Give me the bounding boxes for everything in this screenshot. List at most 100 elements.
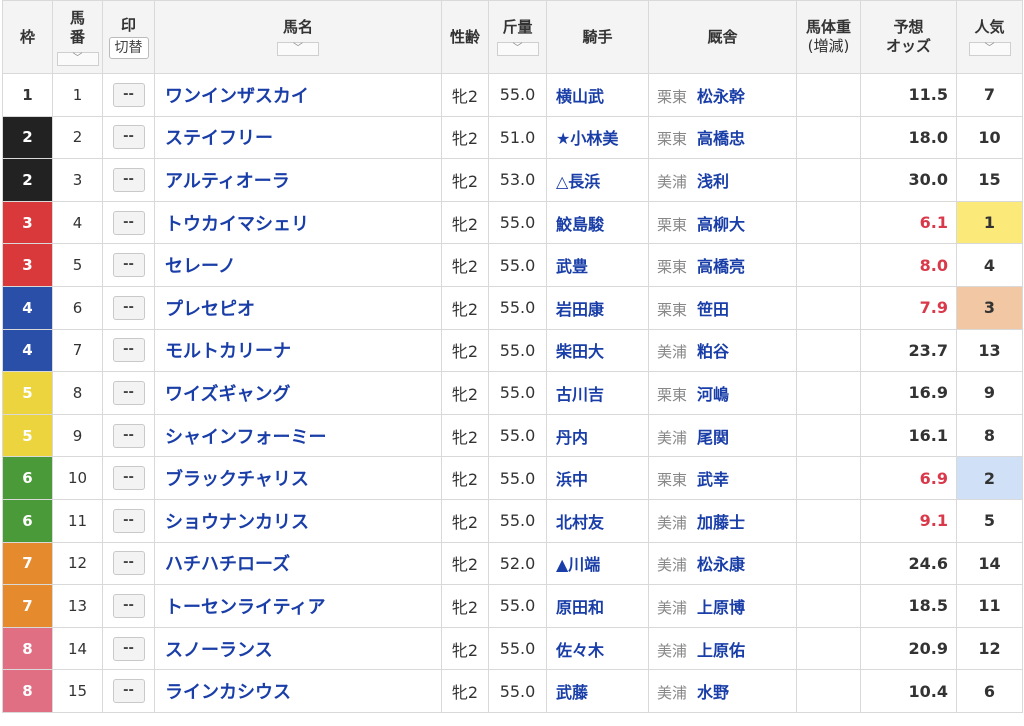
trainer-link[interactable]: 浅利 (697, 172, 729, 191)
stable-region: 栗東 (657, 258, 688, 277)
mark-select-button[interactable]: -- (112, 551, 145, 576)
jockey-link[interactable]: ▲川端 (546, 541, 649, 586)
horse-name-link[interactable]: ラインカシウス (154, 669, 442, 713)
jockey-link[interactable]: 佐々木 (546, 626, 649, 671)
horse-name-link[interactable]: ワイズギャング (154, 371, 442, 415)
stable-region: 美浦 (657, 172, 688, 191)
popularity-cell: 3 (956, 285, 1023, 330)
jockey-link[interactable]: ★小林美 (546, 115, 649, 160)
stable-cell: 栗東 高橋亮 (648, 243, 797, 287)
mark-select-button[interactable]: -- (112, 167, 145, 192)
popularity-cell: 14 (956, 541, 1023, 586)
jockey-link[interactable]: 武藤 (546, 669, 649, 713)
mark-select-button[interactable]: -- (112, 466, 145, 491)
trainer-link[interactable]: 高柳大 (697, 215, 745, 234)
odds-cell: 9.1 (860, 498, 957, 543)
horse-name-link[interactable]: セレーノ (154, 243, 442, 287)
trainer-link[interactable]: 高橋忠 (697, 129, 745, 148)
trainer-link[interactable]: 笹田 (697, 300, 729, 319)
horse-name-link[interactable]: プレセピオ (154, 285, 442, 330)
trainer-link[interactable]: 武幸 (697, 470, 729, 489)
mark-select-button[interactable]: -- (112, 380, 145, 405)
sex-age-cell: 牝2 (441, 626, 489, 671)
horse-name-link[interactable]: スノーランス (154, 626, 442, 671)
odds-cell: 6.1 (860, 200, 957, 245)
waku-cell: 1 (2, 73, 53, 117)
horse-name-link[interactable]: ショウナンカリス (154, 498, 442, 543)
mark-cell: -- (102, 371, 155, 415)
jockey-link[interactable]: 柴田大 (546, 328, 649, 373)
jockey-link[interactable]: 横山武 (546, 73, 649, 117)
header-horse-name[interactable]: 馬名 ﹀ (154, 0, 442, 74)
umaban-cell: 2 (52, 115, 103, 160)
mark-select-button[interactable]: -- (112, 295, 145, 320)
jockey-link[interactable]: 鮫島駿 (546, 200, 649, 245)
horse-name-link[interactable]: シャインフォーミー (154, 413, 442, 458)
weight-cell: 51.0 (488, 115, 547, 160)
trainer-link[interactable]: 上原博 (697, 598, 745, 617)
sex-age-cell: 牝2 (441, 200, 489, 245)
trainer-link[interactable]: 粕谷 (697, 342, 729, 361)
shutuba-table: 枠 馬 番 ﹀ 印 切替 馬名 ﹀ 性齢 斤量 ﹀ 騎手 厩舎 馬体重 (増減)… (2, 0, 1023, 713)
trainer-link[interactable]: 尾関 (697, 428, 729, 447)
mark-select-button[interactable]: -- (112, 253, 145, 278)
mark-select-button[interactable]: -- (112, 508, 145, 533)
trainer-link[interactable]: 加藤士 (697, 513, 745, 532)
jockey-link[interactable]: 岩田康 (546, 285, 649, 330)
jockey-link[interactable]: 丹内 (546, 413, 649, 458)
jockey-link[interactable]: 浜中 (546, 456, 649, 500)
horse-name-link[interactable]: トウカイマシェリ (154, 200, 442, 245)
sort-weight-chevron-down-icon[interactable]: ﹀ (496, 42, 539, 56)
mark-select-button[interactable]: -- (112, 593, 145, 618)
body-weight-cell (796, 626, 861, 671)
header-weight[interactable]: 斤量 ﹀ (488, 0, 547, 74)
weight-cell: 55.0 (488, 626, 547, 671)
trainer-link[interactable]: 松永幹 (697, 87, 745, 106)
table-row: 3 4 -- トウカイマシェリ 牝2 55.0 鮫島駿 栗東 高柳大 6.1 1 (2, 200, 1023, 245)
horse-name-link[interactable]: ワンインザスカイ (154, 73, 442, 117)
horse-name-link[interactable]: ハチハチローズ (154, 541, 442, 586)
mark-switch-button[interactable]: 切替 (108, 36, 149, 59)
mark-select-button[interactable]: -- (112, 82, 145, 107)
sort-umaban-chevron-down-icon[interactable]: ﹀ (56, 51, 99, 66)
sort-popularity-chevron-down-icon[interactable]: ﹀ (968, 42, 1011, 56)
umaban-cell: 7 (52, 328, 103, 373)
weight-cell: 55.0 (488, 200, 547, 245)
umaban-cell: 13 (52, 584, 103, 628)
mark-select-button[interactable]: -- (112, 423, 145, 448)
table-row: 5 9 -- シャインフォーミー 牝2 55.0 丹内 美浦 尾関 16.1 8 (2, 413, 1023, 458)
mark-select-button[interactable]: -- (112, 125, 145, 150)
header-popularity[interactable]: 人気 ﹀ (956, 0, 1023, 74)
mark-select-button[interactable]: -- (112, 636, 145, 661)
trainer-link[interactable]: 上原佑 (697, 641, 745, 660)
horse-name-link[interactable]: ステイフリー (154, 115, 442, 160)
trainer-link[interactable]: 河嶋 (697, 385, 729, 404)
stable-region: 美浦 (657, 641, 688, 660)
popularity-cell: 8 (956, 413, 1023, 458)
header-umaban[interactable]: 馬 番 ﹀ (52, 0, 103, 74)
sex-age-cell: 牝2 (441, 541, 489, 586)
trainer-link[interactable]: 松永康 (697, 555, 745, 574)
horse-name-link[interactable]: トーセンライティア (154, 584, 442, 628)
trainer-link[interactable]: 高橋亮 (697, 257, 745, 276)
mark-select-button[interactable]: -- (112, 210, 145, 235)
umaban-cell: 3 (52, 158, 103, 202)
stable-region: 美浦 (657, 684, 688, 703)
horse-name-link[interactable]: アルティオーラ (154, 158, 442, 202)
jockey-link[interactable]: 北村友 (546, 498, 649, 543)
jockey-link[interactable]: 古川吉 (546, 371, 649, 415)
mark-select-button[interactable]: -- (112, 679, 145, 704)
umaban-cell: 11 (52, 498, 103, 543)
horse-name-link[interactable]: ブラックチャリス (154, 456, 442, 500)
mark-select-button[interactable]: -- (112, 338, 145, 363)
popularity-cell: 9 (956, 371, 1023, 415)
sort-horse-name-chevron-down-icon[interactable]: ﹀ (277, 42, 319, 56)
horse-name-link[interactable]: モルトカリーナ (154, 328, 442, 373)
jockey-link[interactable]: △長浜 (546, 158, 649, 202)
weight-cell: 55.0 (488, 73, 547, 117)
waku-cell: 8 (2, 669, 53, 713)
trainer-link[interactable]: 水野 (697, 683, 729, 702)
jockey-link[interactable]: 原田和 (546, 584, 649, 628)
popularity-cell: 13 (956, 328, 1023, 373)
jockey-link[interactable]: 武豊 (546, 243, 649, 287)
